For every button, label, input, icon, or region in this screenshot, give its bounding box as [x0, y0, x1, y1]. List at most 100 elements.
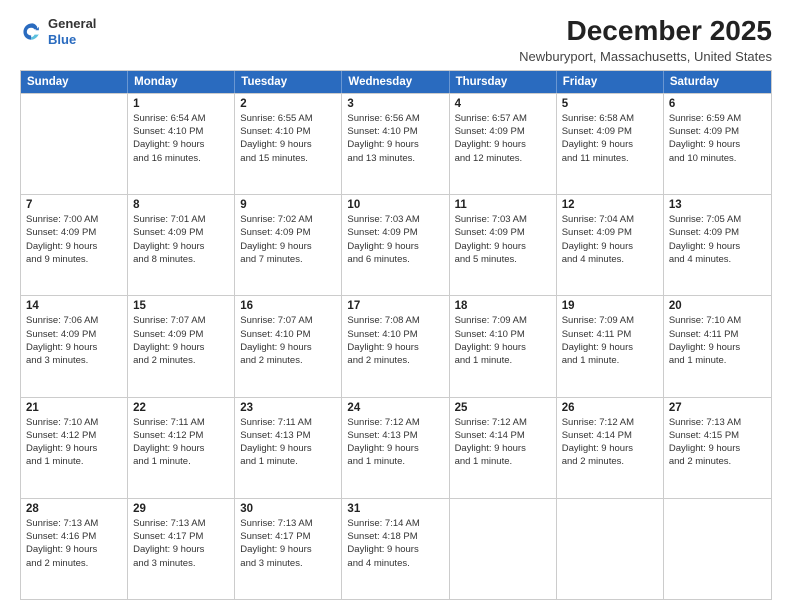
- day-info: Sunrise: 7:11 AM Sunset: 4:13 PM Dayligh…: [240, 416, 336, 469]
- day-cell-29: 29 Sunrise: 7:13 AM Sunset: 4:17 PM Dayli…: [128, 499, 235, 599]
- title-block: December 2025 Newburyport, Massachusetts…: [519, 16, 772, 64]
- day-cell-25: 25 Sunrise: 7:12 AM Sunset: 4:14 PM Dayli…: [450, 398, 557, 498]
- day-info: Sunrise: 7:12 AM Sunset: 4:13 PM Dayligh…: [347, 416, 443, 469]
- day-cell-14: 14Sunrise: 7:06 AM Sunset: 4:09 PM Dayli…: [21, 296, 128, 396]
- day-cell-21: 21 Sunrise: 7:10 AM Sunset: 4:12 PM Dayli…: [21, 398, 128, 498]
- day-cell-31: 31Sunrise: 7:14 AM Sunset: 4:18 PM Dayli…: [342, 499, 449, 599]
- day-info: Sunrise: 7:06 AM Sunset: 4:09 PM Dayligh…: [26, 314, 122, 367]
- day-info: Sunrise: 7:03 AM Sunset: 4:09 PM Dayligh…: [455, 213, 551, 266]
- day-number: 7: [26, 199, 122, 211]
- day-number: 19: [562, 300, 658, 312]
- day-cell-19: 19 Sunrise: 7:09 AM Sunset: 4:11 PM Dayli…: [557, 296, 664, 396]
- day-cell-24: 24 Sunrise: 7:12 AM Sunset: 4:13 PM Dayli…: [342, 398, 449, 498]
- day-number: 8: [133, 199, 229, 211]
- day-info: Sunrise: 7:13 AM Sunset: 4:17 PM Dayligh…: [133, 517, 229, 570]
- day-info: Sunrise: 7:12 AM Sunset: 4:14 PM Dayligh…: [562, 416, 658, 469]
- logo: General Blue: [20, 16, 96, 47]
- day-cell-13: 13 Sunrise: 7:05 AM Sunset: 4:09 PM Dayli…: [664, 195, 771, 295]
- day-cell-1: 1 Sunrise: 6:54 AM Sunset: 4:10 PM Daylig…: [128, 94, 235, 194]
- weekday-header-sunday: Sunday: [21, 71, 128, 93]
- day-number: 31: [347, 503, 443, 515]
- day-info: Sunrise: 6:54 AM Sunset: 4:10 PM Dayligh…: [133, 112, 229, 165]
- day-info: Sunrise: 7:05 AM Sunset: 4:09 PM Dayligh…: [669, 213, 766, 266]
- weekday-header-saturday: Saturday: [664, 71, 771, 93]
- day-number: 17: [347, 300, 443, 312]
- day-info: Sunrise: 7:09 AM Sunset: 4:11 PM Dayligh…: [562, 314, 658, 367]
- day-cell-12: 12 Sunrise: 7:04 AM Sunset: 4:09 PM Dayli…: [557, 195, 664, 295]
- day-number: 30: [240, 503, 336, 515]
- day-number: 25: [455, 402, 551, 414]
- day-number: 24: [347, 402, 443, 414]
- day-cell-27: 27 Sunrise: 7:13 AM Sunset: 4:15 PM Dayli…: [664, 398, 771, 498]
- empty-cell-4-4: [450, 499, 557, 599]
- day-info: Sunrise: 6:58 AM Sunset: 4:09 PM Dayligh…: [562, 112, 658, 165]
- day-info: Sunrise: 7:00 AM Sunset: 4:09 PM Dayligh…: [26, 213, 122, 266]
- logo-general-text: General: [48, 16, 96, 32]
- day-number: 13: [669, 199, 766, 211]
- day-info: Sunrise: 7:02 AM Sunset: 4:09 PM Dayligh…: [240, 213, 336, 266]
- empty-cell-4-5: [557, 499, 664, 599]
- day-number: 27: [669, 402, 766, 414]
- day-number: 21: [26, 402, 122, 414]
- calendar-row-1: 7 Sunrise: 7:00 AM Sunset: 4:09 PM Daylig…: [21, 194, 771, 295]
- weekday-header-tuesday: Tuesday: [235, 71, 342, 93]
- calendar-row-2: 14Sunrise: 7:06 AM Sunset: 4:09 PM Dayli…: [21, 295, 771, 396]
- day-cell-6: 6Sunrise: 6:59 AM Sunset: 4:09 PM Daylig…: [664, 94, 771, 194]
- day-number: 5: [562, 98, 658, 110]
- calendar-row-0: 1 Sunrise: 6:54 AM Sunset: 4:10 PM Daylig…: [21, 93, 771, 194]
- day-cell-3: 3 Sunrise: 6:56 AM Sunset: 4:10 PM Daylig…: [342, 94, 449, 194]
- empty-cell-0-0: [21, 94, 128, 194]
- day-cell-26: 26 Sunrise: 7:12 AM Sunset: 4:14 PM Dayli…: [557, 398, 664, 498]
- day-number: 4: [455, 98, 551, 110]
- day-cell-30: 30 Sunrise: 7:13 AM Sunset: 4:17 PM Dayli…: [235, 499, 342, 599]
- calendar-row-4: 28 Sunrise: 7:13 AM Sunset: 4:16 PM Dayli…: [21, 498, 771, 599]
- day-cell-8: 8Sunrise: 7:01 AM Sunset: 4:09 PM Daylig…: [128, 195, 235, 295]
- calendar-header: SundayMondayTuesdayWednesdayThursdayFrid…: [21, 71, 771, 93]
- day-cell-16: 16Sunrise: 7:07 AM Sunset: 4:10 PM Dayli…: [235, 296, 342, 396]
- day-cell-15: 15Sunrise: 7:07 AM Sunset: 4:09 PM Dayli…: [128, 296, 235, 396]
- weekday-header-monday: Monday: [128, 71, 235, 93]
- day-cell-18: 18 Sunrise: 7:09 AM Sunset: 4:10 PM Dayli…: [450, 296, 557, 396]
- day-number: 18: [455, 300, 551, 312]
- day-number: 12: [562, 199, 658, 211]
- logo-icon: [20, 20, 44, 44]
- calendar: SundayMondayTuesdayWednesdayThursdayFrid…: [20, 70, 772, 600]
- day-number: 23: [240, 402, 336, 414]
- page: General Blue December 2025 Newburyport, …: [0, 0, 792, 612]
- day-number: 22: [133, 402, 229, 414]
- day-info: Sunrise: 7:12 AM Sunset: 4:14 PM Dayligh…: [455, 416, 551, 469]
- logo-text: General Blue: [48, 16, 96, 47]
- day-cell-17: 17 Sunrise: 7:08 AM Sunset: 4:10 PM Dayli…: [342, 296, 449, 396]
- weekday-header-thursday: Thursday: [450, 71, 557, 93]
- day-number: 6: [669, 98, 766, 110]
- day-number: 2: [240, 98, 336, 110]
- day-info: Sunrise: 7:13 AM Sunset: 4:15 PM Dayligh…: [669, 416, 766, 469]
- day-number: 29: [133, 503, 229, 515]
- month-title: December 2025: [519, 16, 772, 47]
- logo-blue-text: Blue: [48, 32, 96, 48]
- day-info: Sunrise: 6:57 AM Sunset: 4:09 PM Dayligh…: [455, 112, 551, 165]
- day-info: Sunrise: 7:13 AM Sunset: 4:16 PM Dayligh…: [26, 517, 122, 570]
- calendar-body: 1 Sunrise: 6:54 AM Sunset: 4:10 PM Daylig…: [21, 93, 771, 599]
- day-number: 3: [347, 98, 443, 110]
- day-number: 26: [562, 402, 658, 414]
- day-info: Sunrise: 7:13 AM Sunset: 4:17 PM Dayligh…: [240, 517, 336, 570]
- day-cell-4: 4 Sunrise: 6:57 AM Sunset: 4:09 PM Daylig…: [450, 94, 557, 194]
- day-cell-28: 28 Sunrise: 7:13 AM Sunset: 4:16 PM Dayli…: [21, 499, 128, 599]
- day-info: Sunrise: 7:10 AM Sunset: 4:12 PM Dayligh…: [26, 416, 122, 469]
- day-info: Sunrise: 7:09 AM Sunset: 4:10 PM Dayligh…: [455, 314, 551, 367]
- day-number: 1: [133, 98, 229, 110]
- calendar-row-3: 21 Sunrise: 7:10 AM Sunset: 4:12 PM Dayli…: [21, 397, 771, 498]
- day-number: 20: [669, 300, 766, 312]
- day-info: Sunrise: 7:07 AM Sunset: 4:10 PM Dayligh…: [240, 314, 336, 367]
- weekday-header-friday: Friday: [557, 71, 664, 93]
- day-number: 28: [26, 503, 122, 515]
- day-info: Sunrise: 7:08 AM Sunset: 4:10 PM Dayligh…: [347, 314, 443, 367]
- location-text: Newburyport, Massachusetts, United State…: [519, 49, 772, 64]
- day-cell-22: 22Sunrise: 7:11 AM Sunset: 4:12 PM Dayli…: [128, 398, 235, 498]
- day-cell-20: 20Sunrise: 7:10 AM Sunset: 4:11 PM Dayli…: [664, 296, 771, 396]
- day-cell-10: 10Sunrise: 7:03 AM Sunset: 4:09 PM Dayli…: [342, 195, 449, 295]
- day-cell-7: 7 Sunrise: 7:00 AM Sunset: 4:09 PM Daylig…: [21, 195, 128, 295]
- day-info: Sunrise: 6:56 AM Sunset: 4:10 PM Dayligh…: [347, 112, 443, 165]
- day-info: Sunrise: 7:04 AM Sunset: 4:09 PM Dayligh…: [562, 213, 658, 266]
